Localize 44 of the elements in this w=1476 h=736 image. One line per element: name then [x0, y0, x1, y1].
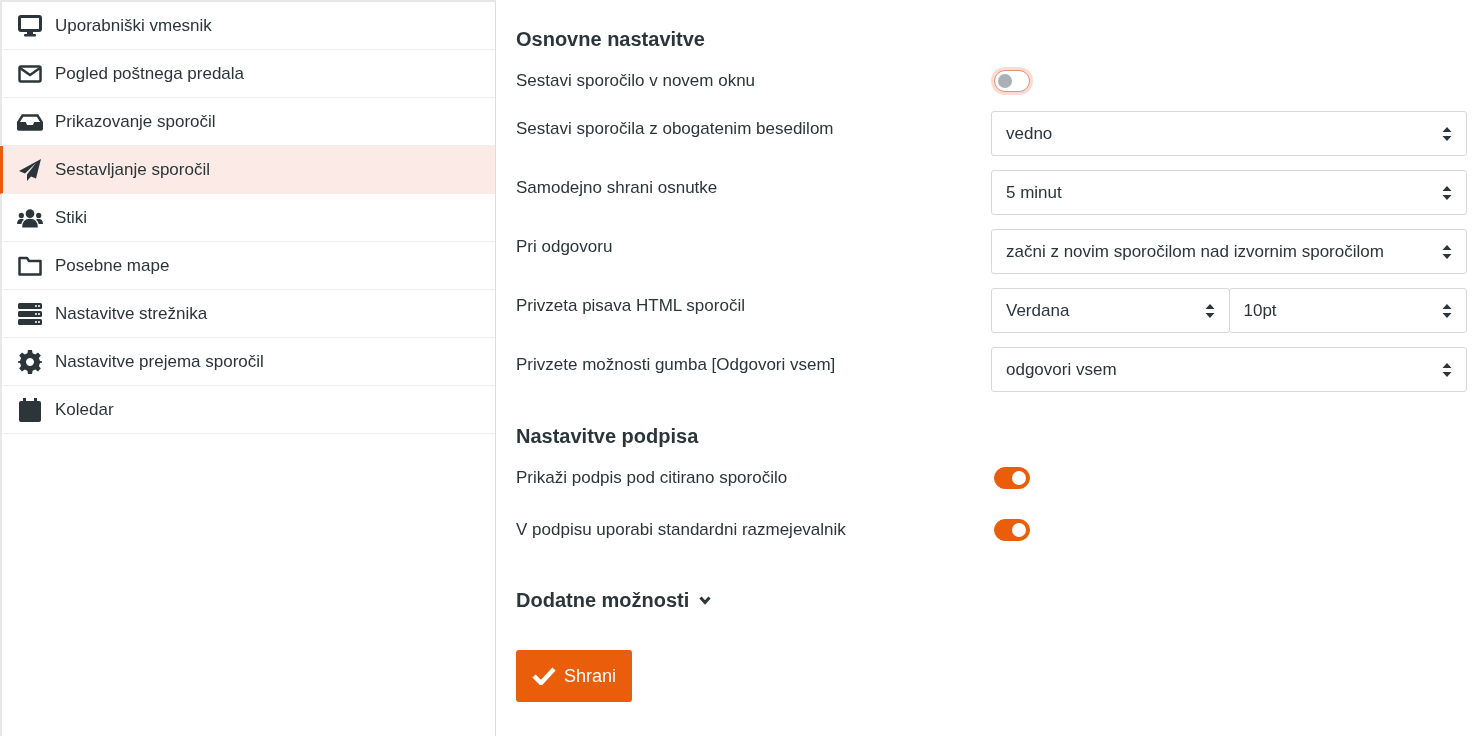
toggle-switch[interactable]	[994, 467, 1030, 489]
select-dropdown[interactable]: Verdana	[991, 288, 1230, 333]
setting-label: Privzete možnosti gumba [Odgovori vsem]	[516, 354, 837, 375]
monitor-icon	[18, 14, 42, 37]
server-icon	[18, 302, 42, 325]
sidebar-item[interactable]: Stiki	[0, 194, 495, 242]
setting-label: Sestavi sporočila z obogatenim besedilom	[516, 118, 835, 139]
folder-icon	[18, 255, 42, 276]
sidebar-item[interactable]: Nastavitve prejema sporočil	[0, 338, 495, 386]
setting-label: Pri odgovoru	[516, 236, 614, 257]
calendar-icon	[19, 397, 41, 422]
toggle-switch[interactable]	[994, 519, 1030, 541]
setting-label: Prikaži podpis pod citirano sporočilo	[516, 468, 789, 488]
section-title[interactable]: Dodatne možnosti	[516, 588, 690, 612]
select-caret-icon	[1442, 125, 1452, 142]
paper-plane-icon	[18, 157, 42, 182]
section-title: Osnovne nastavitve	[516, 27, 705, 51]
select-dropdown[interactable]: začni z novim sporočilom nad izvornim sporočilom	[991, 229, 1467, 274]
select-dropdown[interactable]: odgovori vsem	[991, 347, 1467, 392]
select-caret-icon	[1442, 302, 1452, 319]
select-caret-icon	[1442, 361, 1452, 378]
select-caret-icon	[1204, 302, 1215, 319]
sidebar-item[interactable]: Posebne mape	[0, 242, 495, 290]
sidebar-item[interactable]: Koledar	[0, 386, 495, 434]
gear-icon	[18, 349, 42, 374]
select-dropdown[interactable]: vedno	[991, 111, 1467, 156]
select-dropdown[interactable]: 10pt	[1228, 288, 1467, 333]
sidebar-item[interactable]: Uporabniški vmesnik	[0, 2, 495, 50]
checkmark-icon	[532, 667, 556, 685]
setting-label: Samodejno shrani osnutke	[516, 177, 719, 198]
sidebar-item[interactable]: Pogled poštnega predala	[0, 50, 495, 98]
sidebar-item[interactable]: Nastavitve strežnika	[0, 290, 495, 338]
inbox-tray-icon	[17, 112, 43, 131]
select-dropdown[interactable]: 5 minut	[991, 170, 1467, 215]
people-icon	[17, 206, 43, 229]
sidebar-item[interactable]: Sestavljanje sporočil	[0, 146, 495, 194]
section-title: Nastavitve podpisa	[516, 424, 699, 448]
envelope-icon	[18, 64, 42, 83]
setting-label: Sestavi sporočilo v novem oknu	[516, 71, 757, 91]
setting-label: Privzeta pisava HTML sporočil	[516, 295, 746, 316]
select-caret-icon	[1442, 184, 1452, 201]
setting-label: V podpisu uporabi standardni razmejevalnik	[516, 520, 847, 540]
chevron-down-icon[interactable]	[699, 595, 712, 605]
select-caret-icon	[1442, 243, 1452, 260]
